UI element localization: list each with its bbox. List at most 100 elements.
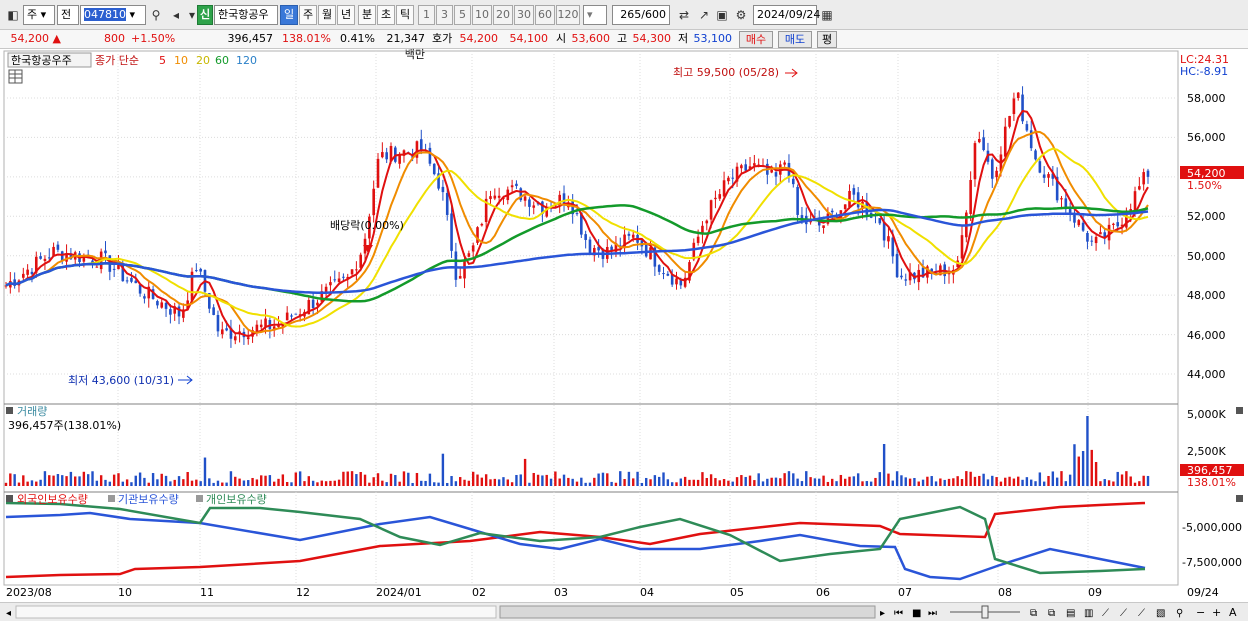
- chart-area: 한국항공우주 종가 단순 5 10 20 60 120 LC:24.31 HC:…: [0, 49, 1248, 602]
- hc-label: HC:-8.91: [1180, 65, 1228, 78]
- volume-bar: [407, 472, 410, 486]
- high-price: 54,300: [632, 32, 672, 45]
- stock-code-input[interactable]: 047810 ▾: [80, 5, 146, 25]
- zoom-slider-handle[interactable]: [981, 605, 989, 619]
- volume-tick: 5,000K: [1187, 408, 1226, 421]
- investor-tick: -5,000,000: [1182, 521, 1242, 534]
- volume-bar: [982, 473, 985, 486]
- window-menu-icon[interactable]: ◧: [4, 6, 22, 24]
- period-type-select[interactable]: 주 ▾: [23, 5, 55, 25]
- layout-icon[interactable]: ⧉: [1030, 608, 1037, 619]
- first-page-icon[interactable]: ⏮: [894, 608, 903, 619]
- count-input[interactable]: 265/600: [612, 5, 670, 25]
- pattern-icon[interactable]: ⟋: [1138, 608, 1145, 619]
- calendar-icon[interactable]: ▦: [818, 6, 836, 24]
- zoom-in-icon[interactable]: +: [1212, 606, 1221, 619]
- volume-bar: [839, 474, 843, 486]
- volume-bar: [372, 477, 375, 486]
- interval-5-button[interactable]: 5: [454, 5, 471, 25]
- candle-body: [350, 269, 354, 275]
- stock-name-field[interactable]: 한국항공우: [214, 5, 278, 25]
- volume-ratio: 138.01%: [282, 32, 331, 45]
- interval-custom-select[interactable]: ▾: [583, 5, 607, 25]
- price-tick: 44,000: [1187, 368, 1226, 381]
- volume-panel-close-icon[interactable]: [1236, 407, 1243, 414]
- period-day-button[interactable]: 일: [280, 5, 298, 25]
- trend-icon[interactable]: ⟋: [1120, 608, 1127, 619]
- volume-bar: [619, 471, 622, 486]
- candle-body: [212, 307, 215, 315]
- interval-120-button[interactable]: 120: [556, 5, 580, 25]
- split-icon[interactable]: ⧉: [1048, 608, 1055, 619]
- volume-bar: [943, 479, 946, 486]
- zoom-icon[interactable]: ⇄: [675, 6, 693, 24]
- volume-bar: [311, 480, 315, 486]
- period-minute-button[interactable]: 분: [358, 5, 376, 25]
- interval-30-button[interactable]: 30: [514, 5, 534, 25]
- volume-bar: [597, 473, 600, 486]
- candle-body: [95, 266, 99, 268]
- buy-button[interactable]: 매수: [739, 31, 773, 48]
- interval-60-button[interactable]: 60: [535, 5, 555, 25]
- chart-type-icon[interactable]: ▥: [1084, 608, 1093, 619]
- volume-bar: [454, 481, 458, 486]
- zoom-out-icon[interactable]: −: [1196, 606, 1205, 619]
- search-icon[interactable]: ⚲: [147, 6, 165, 24]
- volume-bar: [1107, 480, 1111, 486]
- volume-bar: [433, 482, 436, 486]
- font-size-icon[interactable]: A: [1229, 606, 1237, 619]
- volume-bar: [450, 476, 453, 486]
- save-icon[interactable]: ▣: [713, 6, 731, 24]
- date-input[interactable]: 2024/09/24: [753, 5, 820, 25]
- scroll-right-icon[interactable]: ▸: [880, 608, 885, 619]
- export-icon[interactable]: ▧: [1156, 608, 1165, 619]
- volume-bar: [770, 477, 773, 486]
- copy-icon[interactable]: ▤: [1066, 608, 1075, 619]
- legend-foreign: 외국인보유수량: [17, 493, 88, 506]
- interval-10-button[interactable]: 10: [472, 5, 492, 25]
- volume-bar: [9, 473, 12, 486]
- market-select[interactable]: 전: [57, 5, 79, 25]
- candle-body: [588, 239, 592, 254]
- volume-bar: [277, 478, 280, 486]
- draw-tool-icon[interactable]: ↗: [695, 6, 713, 24]
- average-button[interactable]: 평: [817, 31, 837, 48]
- investor-panel-icon[interactable]: [6, 495, 13, 502]
- legend-separator-icon: [196, 495, 203, 502]
- interval-20-button[interactable]: 20: [493, 5, 513, 25]
- candle-body: [575, 213, 579, 215]
- magnifier-icon[interactable]: ⚲: [1176, 608, 1183, 619]
- period-year-button[interactable]: 년: [337, 5, 355, 25]
- interval-1-button[interactable]: 1: [418, 5, 435, 25]
- period-tick-button[interactable]: 틱: [396, 5, 414, 25]
- candle-body: [385, 152, 388, 160]
- scroll-track[interactable]: [15, 605, 497, 619]
- volume-panel-icon[interactable]: [6, 407, 13, 414]
- stop-icon[interactable]: ■: [912, 608, 921, 619]
- scroll-thumb[interactable]: [499, 605, 876, 619]
- volume-bar: [1086, 416, 1089, 486]
- gear-icon[interactable]: ⚙: [732, 6, 750, 24]
- volume-bar: [515, 474, 518, 486]
- period-week-button[interactable]: 주: [299, 5, 317, 25]
- scroll-left-icon[interactable]: ◂: [6, 608, 11, 619]
- candle-body: [969, 179, 972, 214]
- x-tick: 03: [554, 586, 568, 599]
- chart-scrollbar[interactable]: ◂ ▸ ⏮ ■ ⏭ ⧉ ⧉ ▤ ▥ ⟋ ⟋ ⟋ ▧ ⚲ − + A: [0, 602, 1248, 621]
- volume-bar: [303, 481, 306, 486]
- candle-body: [1021, 94, 1024, 122]
- interval-3-button[interactable]: 3: [436, 5, 453, 25]
- investor-panel-close-icon[interactable]: [1236, 495, 1243, 502]
- period-second-button[interactable]: 초: [377, 5, 395, 25]
- last-page-icon[interactable]: ⏭: [928, 608, 937, 619]
- scrollbar-graphic: ◂ ▸ ⏮ ■ ⏭ ⧉ ⧉ ▤ ▥ ⟋ ⟋ ⟋ ▧ ⚲ − + A: [6, 605, 1237, 619]
- volume-bar: [519, 474, 522, 486]
- sell-button[interactable]: 매도: [778, 31, 812, 48]
- volume-bar: [558, 478, 561, 486]
- candle-body: [376, 158, 380, 188]
- line-tool-icon[interactable]: ⟋: [1102, 608, 1109, 619]
- candle-body: [480, 224, 484, 226]
- candle-body: [1034, 150, 1037, 160]
- volume-bar: [463, 479, 466, 486]
- period-month-button[interactable]: 월: [318, 5, 336, 25]
